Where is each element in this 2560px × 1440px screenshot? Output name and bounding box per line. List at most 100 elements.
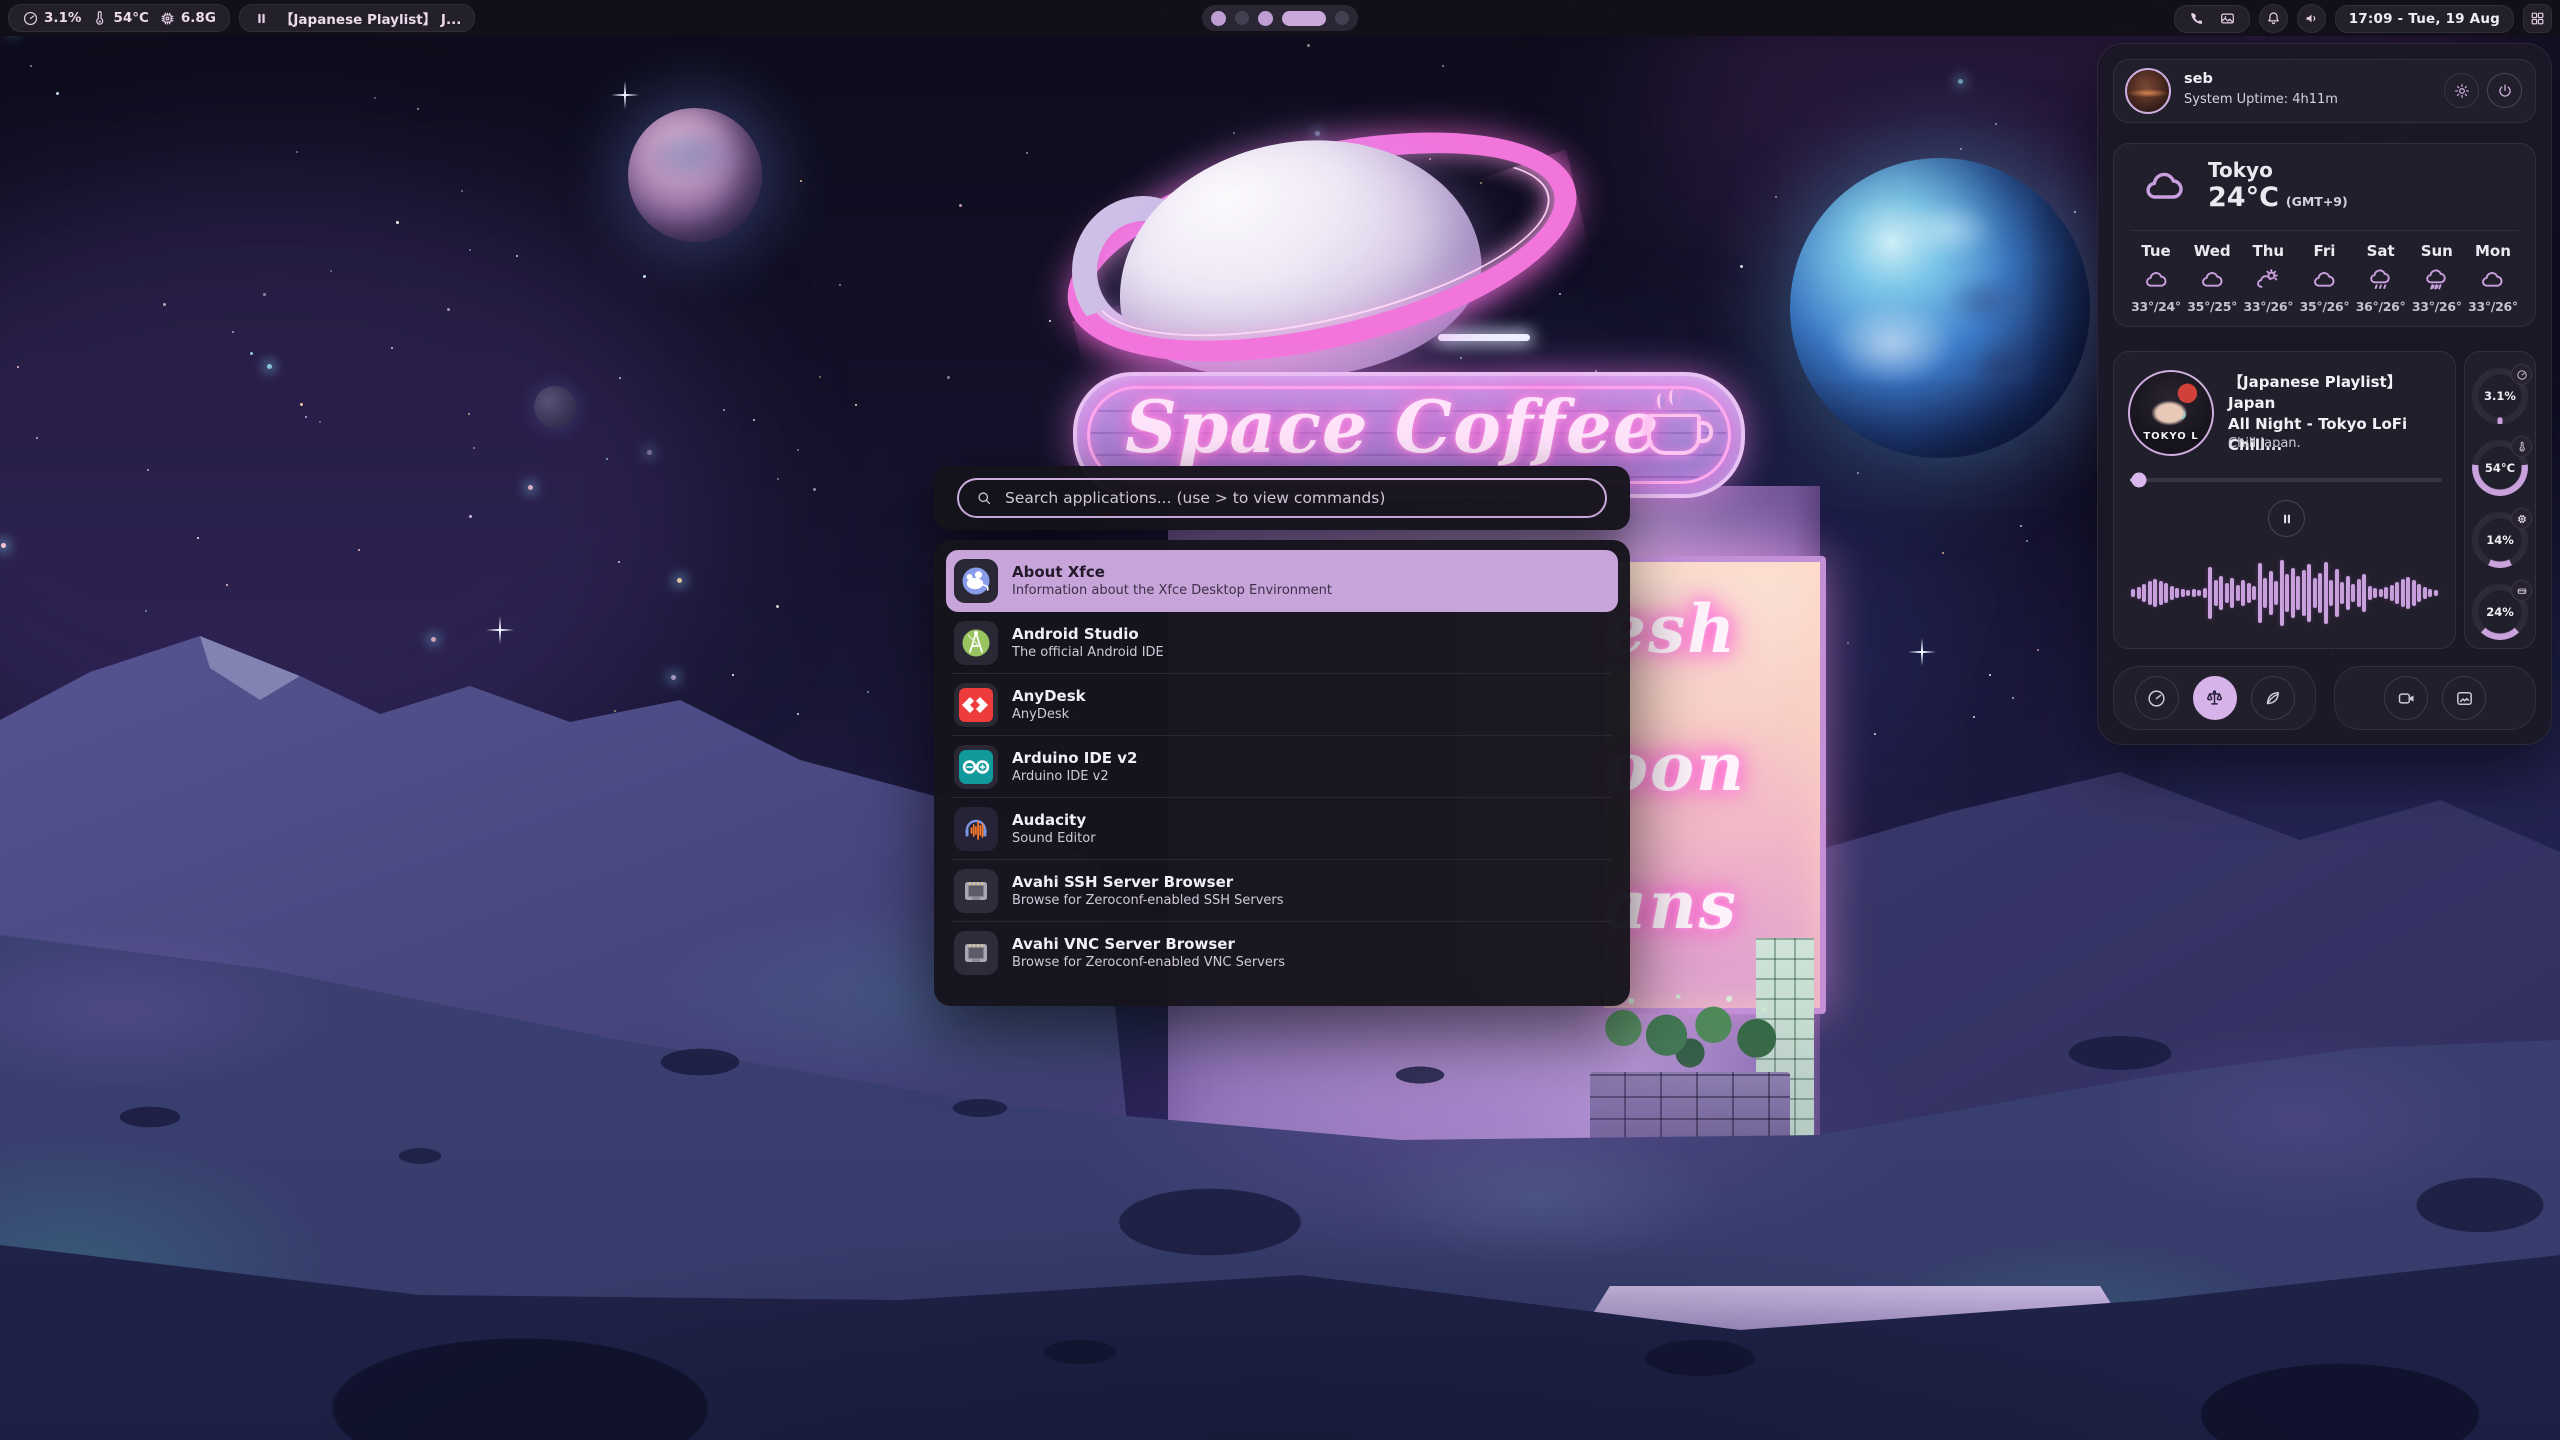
divider [2130,230,2519,231]
visualizer-bar [2395,582,2399,604]
stat-value: 3.1% [44,10,81,26]
visualizer-bar [2379,589,2383,597]
settings-button[interactable] [2444,73,2479,108]
overview-button[interactable] [2523,4,2552,33]
volume-button[interactable] [2297,4,2326,33]
visualizer-bar [2362,574,2366,612]
workspace-dot[interactable] [1235,11,1249,25]
neon-word: esh [1604,590,1804,668]
system-uptime: System Uptime: 4h11m [2184,92,2338,107]
gauge-badge [2511,364,2532,385]
search-input[interactable] [957,478,1607,518]
workspace-dot[interactable] [1335,11,1349,25]
app-launcher-results: About Xfce Information about the Xfce De… [934,540,1630,1006]
search-field[interactable] [1003,488,1589,508]
visualizer-bar [2203,588,2207,598]
app-list-item[interactable]: Avahi SSH Server Browser Browse for Zero… [946,860,1618,922]
power-profile-button[interactable] [2251,676,2295,720]
avatar [2125,68,2171,114]
stat-value: 54°C [113,10,148,26]
gauge-badge-icon [2516,585,2528,597]
forecast-day-name: Sat [2367,242,2395,260]
visualizer-bar [2186,590,2190,596]
app-description: Arduino IDE v2 [1012,769,1138,786]
gear-icon [2453,82,2471,100]
forecast-day: Fri 35°/26° [2300,242,2348,316]
app-text: Arduino IDE v2 Arduino IDE v2 [1012,748,1138,787]
sign-light-tube [1438,334,1530,341]
app-title: Audacity [1012,810,1096,832]
visualizer-bar [2302,570,2306,616]
app-icon [954,745,998,789]
app-text: Android Studio The official Android IDE [1012,624,1164,663]
app-icon [954,931,998,975]
visualizer-bar [2263,578,2267,608]
workspace-switcher[interactable] [1202,5,1358,31]
cloud-icon [2134,162,2196,210]
forecast-day-name: Fri [2314,242,2336,260]
visualizer-bar [2346,576,2350,610]
gauge-badge-icon [2516,369,2528,381]
visualizer-bar [2390,585,2394,601]
clock-text: 17:09 - Tue, 19 Aug [2349,11,2500,27]
app-list-item[interactable]: Android Studio The official Android IDE [946,612,1618,674]
power-profile-button[interactable] [2135,676,2179,720]
workspace-dot[interactable] [1211,11,1226,26]
app-list-item[interactable]: About Xfce Information about the Xfce De… [946,550,1618,612]
visualizer-bar [2153,579,2157,607]
seek-knob[interactable] [2132,473,2147,488]
app-title: Avahi VNC Server Browser [1012,934,1285,956]
workspace-dot[interactable] [1258,11,1273,26]
audio-visualizer [2128,548,2441,638]
visualizer-bar [2307,564,2311,622]
forecast-day: Sat 36°/26° [2357,242,2405,316]
workspace-dot[interactable] [1282,11,1326,26]
weather-timezone: (GMT+9) [2286,194,2348,209]
capture-button[interactable] [2442,676,2486,720]
weather-temp: 24°C [2208,182,2279,213]
cafe-planter [1590,1072,1790,1140]
app-title: Android Studio [1012,624,1164,646]
forecast-temps: 33°/26° [2468,299,2518,314]
visualizer-bar [2296,576,2300,610]
visualizer-bar [2219,576,2223,610]
system-stat: 3.1% [22,10,81,27]
clock[interactable]: 17:09 - Tue, 19 Aug [2335,5,2514,33]
seek-bar[interactable] [2130,478,2442,482]
power-button[interactable] [2487,73,2522,108]
forecast-temps: 36°/26° [2356,299,2406,314]
forecast-day-name: Thu [2253,242,2285,260]
visualizer-bar [2318,573,2322,613]
play-pause-button[interactable] [2268,500,2305,537]
visualizer-bar [2164,583,2168,603]
earth-planet [1790,158,2090,458]
visualizer-bar [2412,580,2416,606]
forecast-weather-icon [2143,266,2170,293]
visualizer-bar [2384,587,2388,599]
now-playing-pill[interactable]: 【Japanese Playlist】 J... [239,4,475,32]
app-list-item[interactable]: Avahi VNC Server Browser Browse for Zero… [946,922,1618,984]
power-profile-button[interactable] [2193,676,2237,720]
app-list-item[interactable]: Arduino IDE v2 Arduino IDE v2 [946,736,1618,798]
app-title: About Xfce [1012,562,1332,584]
visualizer-bar [2351,584,2355,602]
pause-icon [2279,511,2295,527]
speaker-icon [2303,10,2320,27]
visualizer-bar [2291,568,2295,618]
system-stats-pill[interactable]: 3.1% 54°C 6.8G [8,4,230,32]
search-icon [975,489,993,507]
phone-icon[interactable] [2188,10,2205,27]
app-list-item[interactable]: Audacity Sound Editor [946,798,1618,860]
wallpaper-icon[interactable] [2219,10,2236,27]
desktop: eshoonans Space Coffee 3.1% [0,0,2560,1440]
app-text: Avahi SSH Server Browser Browse for Zero… [1012,872,1284,911]
notifications-button[interactable] [2259,4,2288,33]
app-list-item[interactable]: AnyDesk AnyDesk [946,674,1618,736]
user-card: seb System Uptime: 4h11m [2113,59,2536,123]
visualizer-bar [2423,587,2427,599]
tray-pill[interactable] [2174,5,2250,33]
visualizer-bar [2368,586,2372,600]
capture-icon [2396,688,2417,709]
weather-forecast: Tue 33°/24° Wed 35°/25° Thu 33°/26° [2132,242,2517,316]
capture-button[interactable] [2384,676,2428,720]
